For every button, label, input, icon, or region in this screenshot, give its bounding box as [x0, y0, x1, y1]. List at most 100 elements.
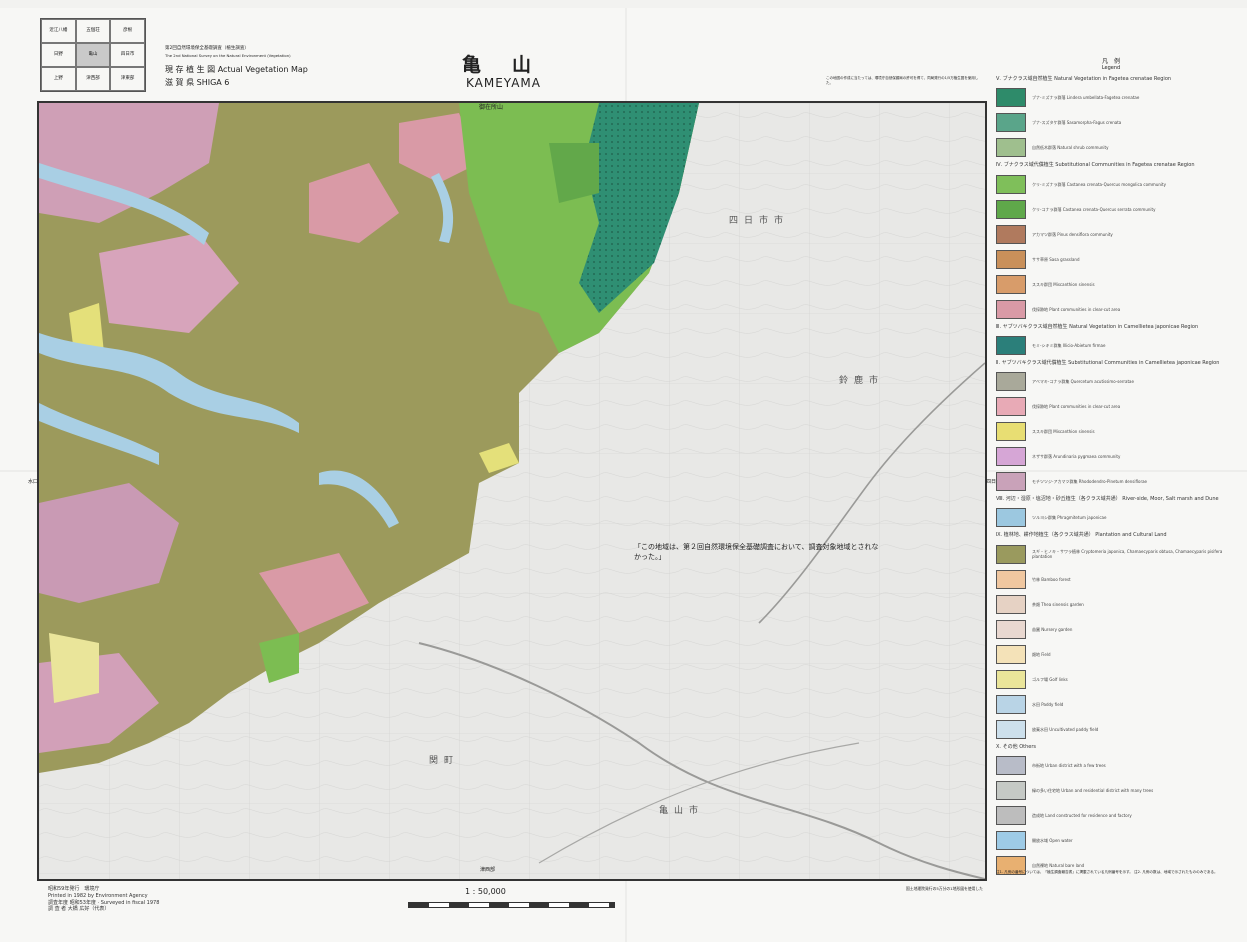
legend-swatch [996, 174, 1026, 194]
published-line: 昭和59年発行 環境庁 [48, 886, 100, 892]
index-map: 近江八幡 五個荘 彦根 日野 亀山 四日市 上野 津西部 津東部 [40, 18, 146, 92]
legend-item: ネザサ群落 Arundinaria pygmaea community [996, 447, 1226, 466]
legend-swatch [996, 335, 1026, 355]
map-title-en: KAMEYAMA [466, 76, 541, 90]
index-cell: 上野 [41, 67, 76, 91]
legend-swatch [996, 694, 1026, 714]
legend-swatch [996, 805, 1026, 825]
investigator-line: 調 査 者 大橋 広好（代表） [48, 906, 110, 913]
legend-item: 造成地 Land constructed for residence and f… [996, 805, 1226, 825]
vegetation-map[interactable]: 御在所山 「この地域は、第２回自然環境保全基礎調査において、調査対象地域とされな… [37, 101, 987, 881]
legend-item-label: 伐採跡地 Plant communities in clear-cut area [1032, 306, 1121, 312]
legend-item: 伐採跡地 Plant communities in clear-cut area [996, 299, 1226, 319]
index-cell: 近江八幡 [41, 19, 76, 43]
legend-item-label: 畑地 Field [1032, 651, 1051, 657]
legend-swatch [996, 755, 1026, 775]
place-label: 亀山市 [659, 806, 705, 816]
legend-item-label: ササ草原 Sasa grassland [1032, 256, 1080, 262]
legend-item: 水田 Paddy field [996, 694, 1226, 714]
legend-swatch [996, 299, 1026, 319]
legend-item-label: ブナ-スズタケ群落 Sasamorpha-Fagus crenata [1032, 120, 1122, 126]
legend-item-label: ススキ群団 Miscanthion sinensis [1032, 281, 1095, 287]
legend-item-label: ツルヨシ群集 Phragmitetum japonicae [1032, 515, 1107, 521]
legend-item: ツルヨシ群集 Phragmitetum japonicae [996, 508, 1226, 528]
index-cell: 五個荘 [75, 19, 111, 43]
legend-swatch [996, 113, 1026, 133]
legend-item-label: アカマツ群落 Pinus densiflora community [1032, 231, 1113, 237]
scale-bar [408, 902, 615, 908]
legend-swatch [996, 594, 1026, 614]
map-top-label: 御在所山 [479, 104, 504, 111]
index-cell: 津西部 [75, 67, 111, 91]
publication-info: 昭和59年発行 環境庁 Printed in 1982 by Environme… [48, 886, 159, 913]
legend-section-heading: Ⅲ. ヤブツバキクラス域自然植生 Natural Vegetation in C… [996, 323, 1199, 330]
legend-swatch [996, 224, 1026, 244]
legend-swatch [996, 544, 1026, 564]
legend-item-label: 竹林 Bamboo forest [1032, 576, 1071, 582]
legend-swatch [996, 447, 1026, 466]
index-cell: 四日市 [110, 43, 145, 67]
base-map-note: 国土地理院発行の5万分の1地形図を使用した [906, 886, 983, 891]
unsurveyed-notice: 「この地域は、第２回自然環境保全基礎調査において、調査対象地域とされなかった。」 [634, 543, 879, 561]
legend-swatch [996, 719, 1026, 739]
top-right-note: この地図の作成に当たっては、環境庁自然保護局の許可を得て、同局発行の1/5万植生… [826, 76, 979, 85]
legend-item: ササ草原 Sasa grassland [996, 249, 1226, 269]
legend-swatch [996, 669, 1026, 689]
legend-item: ススキ群団 Miscanthion sinensis [996, 422, 1226, 441]
map-left-label: 水口 [28, 479, 39, 485]
legend-item-label: クリ-コナラ群落 Castanea crenata-Quercus serrat… [1032, 206, 1156, 212]
legend-item: ゴルフ場 Golf links [996, 669, 1226, 689]
legend-item: モミ-シキミ群集 Illicio-Abietum firmae [996, 335, 1226, 355]
legend-item-label: 水田 Paddy field [1032, 701, 1064, 707]
survey-title-en: The 2nd National Survey on the Natural E… [165, 53, 291, 58]
index-cell: 津東部 [110, 67, 145, 91]
legend-item: ススキ群団 Miscanthion sinensis [996, 274, 1226, 294]
legend-swatch [996, 138, 1026, 158]
legend-item-label: スギ・ヒノキ・サワラ植林 Cryptomeria japonica, Chama… [1032, 549, 1223, 559]
legend-item-label: クリ-ミズナラ群落 Castanea crenata-Quercus mongo… [1032, 181, 1166, 187]
index-cell: 彦根 [110, 19, 145, 43]
legend-item: 緑の多い住宅地 Urban and residential district w… [996, 780, 1226, 800]
place-label: 鈴鹿市 [839, 376, 885, 386]
legend-title-en: Legend [1101, 65, 1121, 71]
legend-item: 伐採跡地 Plant communities in clear-cut area [996, 397, 1226, 416]
legend-item-label: 緑の多い住宅地 Urban and residential district w… [1032, 787, 1154, 793]
legend-swatch [996, 472, 1026, 491]
legend-item-label: 茶畑 Thea sinensis garden [1032, 601, 1084, 607]
survey-title-jp: 第2回自然環境保全基礎調査（植生調査） [165, 46, 249, 51]
legend-swatch [996, 830, 1026, 850]
legend-section-heading: Ⅱ. ヤブツバキクラス域代償植生 Substitutional Communit… [996, 359, 1220, 366]
map-legend: 凡 例 Legend Ⅴ. ブナクラス域自然植生 Natural Vegetat… [996, 56, 1226, 875]
index-cell-current: 亀山 [75, 43, 111, 67]
legend-swatch [996, 274, 1026, 294]
legend-item-label: ススキ群団 Miscanthion sinensis [1032, 429, 1095, 434]
legend-item-label: 開放水域 Open water [1032, 837, 1073, 843]
legend-item-label: 放棄水田 Uncultivated paddy field [1032, 726, 1099, 732]
legend-note: 注1. 凡例の番号については、「植生調査報告書」に掲載されている凡例番号を示す。… [996, 870, 1218, 874]
legend-item: 茶畑 Thea sinensis garden [996, 594, 1226, 614]
legend-section-heading: Ⅳ. ブナクラス域代償植生 Substitutional Communities… [996, 162, 1195, 169]
legend-swatch [996, 619, 1026, 639]
legend-swatch [996, 644, 1026, 664]
place-label: 四日市市 [729, 216, 790, 226]
index-cell: 日野 [41, 43, 76, 67]
legend-item: 竹林 Bamboo forest [996, 569, 1226, 589]
legend-item-label: ネザサ群落 Arundinaria pygmaea community [1032, 454, 1121, 459]
legend-item: ブナ-スズタケ群落 Sasamorpha-Fagus crenata [996, 113, 1226, 133]
legend-item-label: アベマキ-コナラ群集 Quercetum acutissimo-serratae [1032, 379, 1134, 384]
legend-swatch [996, 780, 1026, 800]
prefecture-label: 滋 賀 県 SHIGA 6 [165, 78, 230, 87]
legend-item-label: 造成地 Land constructed for residence and f… [1032, 812, 1132, 818]
legend-swatch [996, 569, 1026, 589]
legend-item-label: 伐採跡地 Plant communities in clear-cut area [1032, 404, 1121, 409]
legend-item: クリ-コナラ群落 Castanea crenata-Quercus serrat… [996, 199, 1226, 219]
legend-item: モチツツジ-アカマツ群集 Rhododendro-Pinetum densifl… [996, 472, 1226, 491]
legend-swatch [996, 508, 1026, 528]
legend-section-heading: Ⅷ. 河辺・湿原・塩沼地・砂丘植生（各クラス域共通） River-side, M… [996, 496, 1219, 502]
legend-item: 開放水域 Open water [996, 830, 1226, 850]
legend-item: 苗圃 Nursery garden [996, 619, 1226, 639]
legend-item-label: 自然低木群落 Natural shrub community [1032, 145, 1109, 151]
legend-item-label: ゴルフ場 Golf links [1032, 676, 1068, 682]
legend-item-label: 苗圃 Nursery garden [1032, 626, 1073, 632]
legend-swatch [996, 249, 1026, 269]
